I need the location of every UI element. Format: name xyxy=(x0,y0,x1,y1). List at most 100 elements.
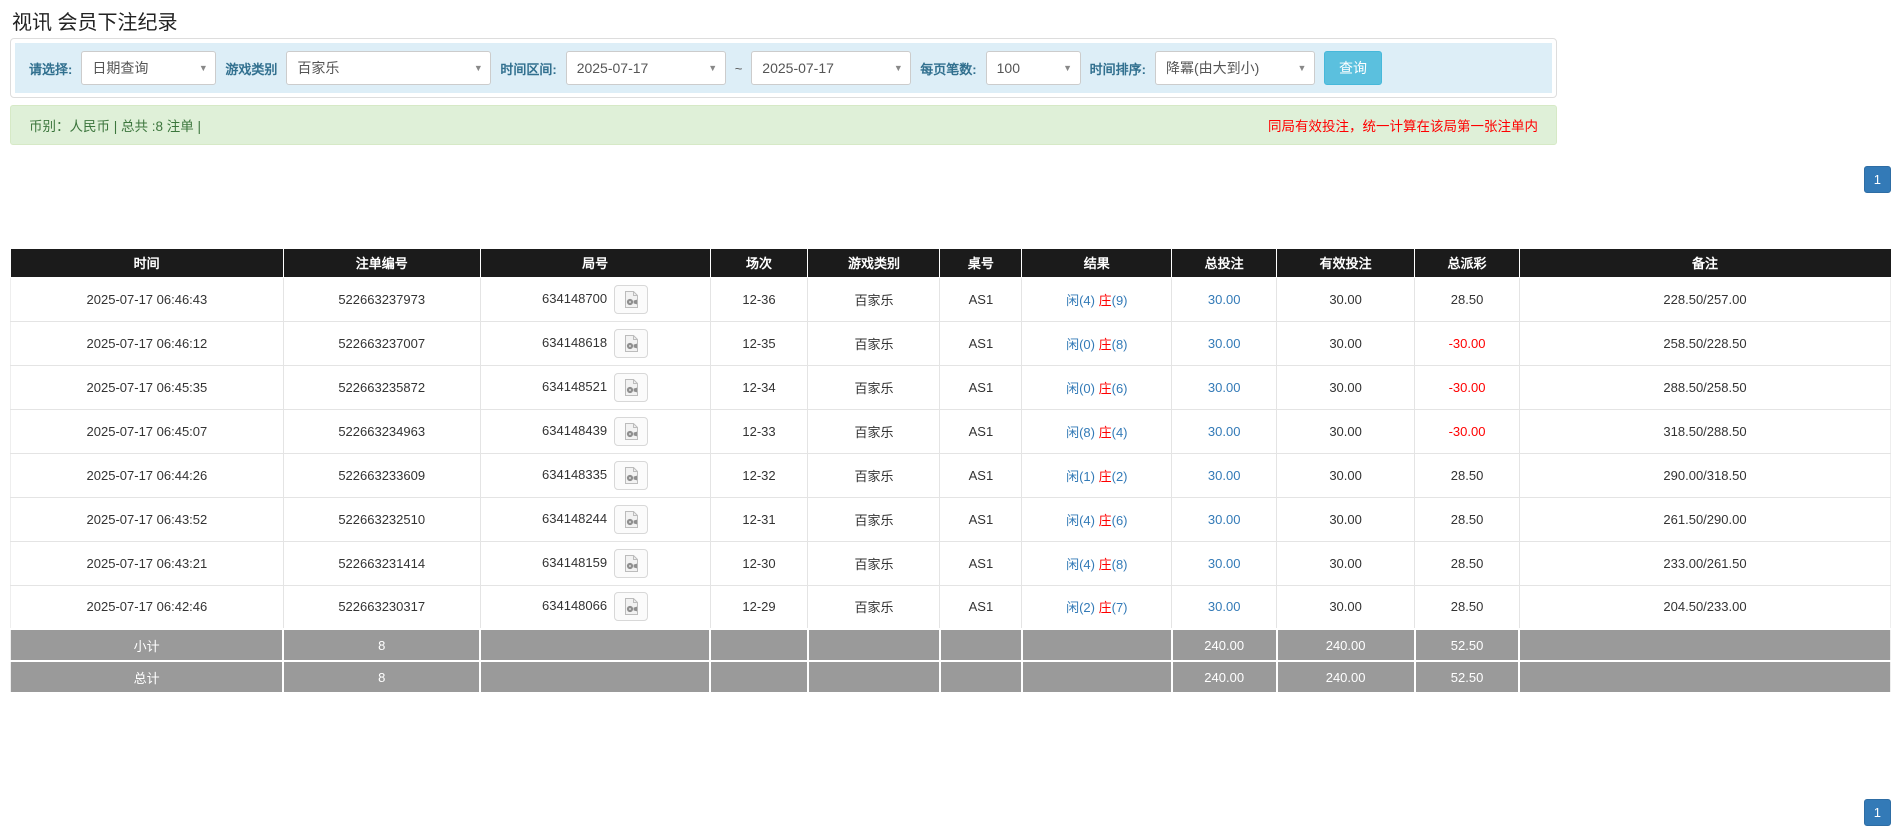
payout-cell: 28.50 xyxy=(1414,276,1520,322)
table-header-row: 时间 注单编号 局号 场次 游戏类别 桌号 结果 总投注 有效投注 总派彩 备注 xyxy=(10,249,1892,278)
payout-cell: -30.00 xyxy=(1414,408,1520,454)
total-bet-link[interactable]: 30.00 xyxy=(1208,512,1241,527)
round-video-button[interactable] xyxy=(614,416,649,446)
date-from-select[interactable]: 2025-07-17 ▼ xyxy=(565,51,726,85)
page-size-value: 100 xyxy=(996,60,1020,76)
video-file-icon xyxy=(624,334,638,352)
subtotal-payout: 52.50 xyxy=(1413,628,1521,662)
page-size-label: 每页笔数: xyxy=(920,61,977,77)
date-from-value: 2025-07-17 xyxy=(576,60,649,76)
total-bet-cell: 30.00 xyxy=(1171,452,1278,498)
result-cell: 闲(1) 庄(2) xyxy=(1021,452,1173,498)
total-bet-link[interactable]: 30.00 xyxy=(1208,336,1241,351)
header-payout: 总派彩 xyxy=(1414,249,1520,278)
select-type-label: 请选择: xyxy=(29,61,73,77)
bet-id-cell: 522663233609 xyxy=(282,452,481,498)
header-time: 时间 xyxy=(10,249,284,278)
result-banker: 庄 xyxy=(1098,380,1112,396)
date-to-select[interactable]: 2025-07-17 ▼ xyxy=(751,51,912,85)
chevron-down-icon: ▼ xyxy=(1063,63,1073,73)
round-id: 634148244 xyxy=(542,510,608,526)
game-type-cell: 百家乐 xyxy=(807,320,941,366)
time-cell: 2025-07-17 06:42:46 xyxy=(10,584,284,630)
total-bet-link[interactable]: 30.00 xyxy=(1208,556,1241,571)
valid-bet-cell: 30.00 xyxy=(1276,540,1416,586)
payout-cell: 28.50 xyxy=(1414,496,1520,542)
round-video-button[interactable] xyxy=(614,284,649,314)
round-video-button[interactable] xyxy=(614,548,649,578)
time-cell: 2025-07-17 06:46:43 xyxy=(10,276,284,322)
remark-cell: 288.50/258.50 xyxy=(1518,364,1892,410)
result-cell: 闲(4) 庄(6) xyxy=(1021,496,1173,542)
result-banker: 庄 xyxy=(1098,600,1112,616)
result-banker: 庄 xyxy=(1098,468,1112,484)
header-round-id: 局号 xyxy=(480,249,711,278)
video-file-icon xyxy=(624,510,638,528)
subtotal-row: 小计 8 240.00 240.00 52.50 xyxy=(10,628,1892,662)
game-type-cell: 百家乐 xyxy=(807,276,941,322)
result-player: 闲(1) xyxy=(1066,468,1095,484)
bet-id-cell: 522663235872 xyxy=(282,364,481,410)
subtotal-total-bet: 240.00 xyxy=(1170,628,1278,662)
round-id: 634148521 xyxy=(542,378,608,394)
table-row: 2025-07-17 06:45:35 522663235872 6341485… xyxy=(10,364,1892,410)
round-video-button[interactable] xyxy=(614,592,649,622)
result-player: 闲(0) xyxy=(1066,336,1095,352)
round-id-cell: 634148159 xyxy=(479,540,711,586)
round-id-cell: 634148439 xyxy=(479,408,711,454)
page-title: 视讯 会员下注纪录 xyxy=(12,12,178,34)
result-cell: 闲(4) 庄(9) xyxy=(1021,276,1173,322)
round-id-cell: 634148700 xyxy=(479,276,711,322)
table-row: 2025-07-17 06:43:52 522663232510 6341482… xyxy=(10,496,1892,542)
chevron-down-icon: ▼ xyxy=(1297,63,1307,73)
game-type-cell: 百家乐 xyxy=(807,496,941,542)
table-no-cell: AS1 xyxy=(939,276,1023,322)
total-bet-cell: 30.00 xyxy=(1171,584,1278,630)
table-no-cell: AS1 xyxy=(939,452,1023,498)
header-valid-bet: 有效投注 xyxy=(1276,249,1416,278)
result-player: 闲(4) xyxy=(1066,292,1095,308)
total-bet-link[interactable]: 30.00 xyxy=(1208,424,1241,439)
total-count: 8 xyxy=(282,660,482,694)
round-video-button[interactable] xyxy=(614,504,649,534)
header-bet-id: 注单编号 xyxy=(283,249,481,278)
round-video-button[interactable] xyxy=(614,328,649,358)
query-type-select[interactable]: 日期查询 ▼ xyxy=(81,51,217,85)
session-cell: 12-36 xyxy=(709,276,809,322)
bet-id-cell: 522663237007 xyxy=(282,320,481,366)
round-id: 634148335 xyxy=(542,466,608,482)
time-sort-select[interactable]: 降冪(由大到小) ▼ xyxy=(1154,51,1315,85)
total-bet-link[interactable]: 30.00 xyxy=(1208,292,1241,307)
pagination-top: 1 xyxy=(10,166,1891,193)
valid-bet-cell: 30.00 xyxy=(1276,364,1416,410)
total-bet-cell: 30.00 xyxy=(1171,540,1278,586)
chevron-down-icon: ▼ xyxy=(198,63,208,73)
date-to-value: 2025-07-17 xyxy=(762,60,834,76)
page-1-button[interactable]: 1 xyxy=(1863,799,1891,826)
round-video-button[interactable] xyxy=(614,372,649,402)
time-cell: 2025-07-17 06:45:35 xyxy=(10,364,284,410)
time-range-label: 时间区间: xyxy=(500,61,557,77)
page-size-select[interactable]: 100 ▼ xyxy=(985,51,1081,85)
total-bet-link[interactable]: 30.00 xyxy=(1208,380,1241,395)
result-banker-num: (6) xyxy=(1111,380,1128,396)
time-cell: 2025-07-17 06:43:21 xyxy=(10,540,284,586)
result-player: 闲(0) xyxy=(1066,380,1095,396)
total-bet-link[interactable]: 30.00 xyxy=(1208,468,1241,483)
query-button[interactable]: 查询 xyxy=(1323,51,1382,85)
tilde-separator: ~ xyxy=(734,60,743,76)
bet-id-cell: 522663231414 xyxy=(282,540,481,586)
table-row: 2025-07-17 06:43:21 522663231414 6341481… xyxy=(10,540,1892,586)
video-file-icon xyxy=(624,598,638,616)
time-sort-label: 时间排序: xyxy=(1089,61,1146,77)
total-bet-link[interactable]: 30.00 xyxy=(1208,599,1241,614)
page-1-button[interactable]: 1 xyxy=(1863,166,1891,193)
pagination-bottom: 1 xyxy=(10,799,1891,828)
round-video-button[interactable] xyxy=(614,460,649,490)
session-cell: 12-33 xyxy=(709,408,809,454)
game-type-select[interactable]: 百家乐 ▼ xyxy=(286,51,492,85)
round-id-cell: 634148335 xyxy=(479,452,711,498)
valid-bet-cell: 30.00 xyxy=(1276,584,1416,630)
table-row: 2025-07-17 06:46:12 522663237007 6341486… xyxy=(10,320,1892,366)
table-no-cell: AS1 xyxy=(939,364,1023,410)
